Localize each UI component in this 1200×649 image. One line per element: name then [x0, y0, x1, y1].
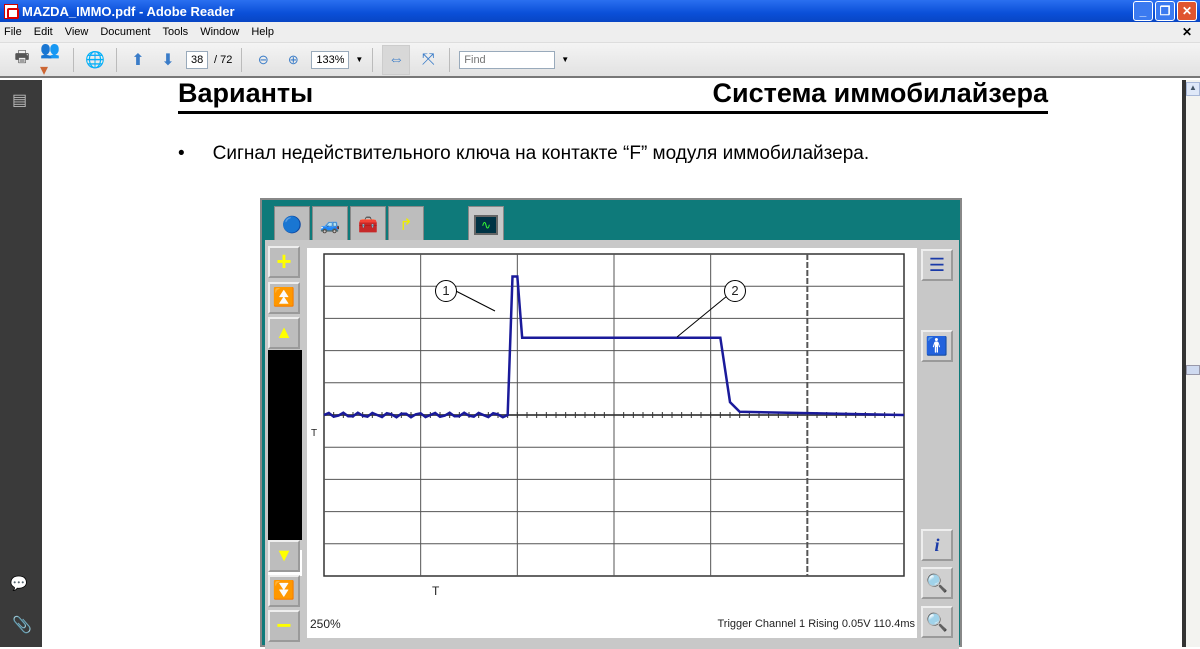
waveform-chart: [323, 253, 905, 577]
heading-left: Варианты: [178, 78, 314, 108]
plot-area: 250% Trigger Channel 1 Rising 0.05V 110.…: [307, 248, 917, 638]
plus-button-icon: +: [268, 246, 300, 278]
bullet-symbol: •: [178, 143, 185, 164]
callout-2: 2: [724, 280, 746, 302]
channel-bar: 1 V/div: [268, 350, 302, 576]
up-icon: ▲: [268, 317, 300, 349]
minimize-button[interactable]: _: [1133, 1, 1153, 21]
menu-help[interactable]: Help: [251, 26, 274, 38]
double-down-icon: ⏬: [268, 575, 300, 607]
page-number-input[interactable]: [186, 50, 208, 69]
scroll-up-icon[interactable]: ▲: [1186, 82, 1200, 96]
down-icon: ▼: [268, 540, 300, 572]
zoom-out-icon[interactable]: ⊖: [251, 48, 275, 72]
menu-document[interactable]: Document: [100, 26, 150, 38]
pdf-icon: [4, 3, 19, 19]
menu-view[interactable]: View: [65, 26, 89, 38]
restore-button[interactable]: ❐: [1155, 1, 1175, 21]
menu-bar: File Edit View Document Tools Window Hel…: [0, 22, 1200, 43]
vehicle-tab-icon: 🚙: [312, 206, 348, 242]
window-title: MAZDA_IMMO.pdf - Adobe Reader: [22, 3, 235, 19]
web-icon[interactable]: 🌐: [83, 48, 107, 72]
section-heading: Варианты Система иммобилайзера: [178, 78, 1048, 114]
callout-1: 1: [435, 280, 457, 302]
close-document-icon[interactable]: ✕: [1182, 25, 1192, 39]
zoom-percent: 250%: [310, 617, 341, 631]
fit-width-icon[interactable]: ⇔: [382, 44, 411, 75]
zoom-in-icon[interactable]: ⊕: [281, 48, 305, 72]
attachments-icon[interactable]: 📎: [12, 615, 32, 635]
fit-page-icon[interactable]: ⤧: [416, 48, 440, 72]
page-total: / 72: [214, 53, 233, 66]
zoom-in-scope-icon: 🔍: [921, 567, 953, 599]
list-icon: ☰: [921, 249, 953, 281]
navigation-panel: ▤ 💬 📎: [0, 80, 42, 647]
double-up-icon: ⏫: [268, 282, 300, 314]
toolbar: 🖶 👥▾ 🌐 ⬆ ⬇ / 72 ⊖ ⊕ ▼ ⇔ ⤧ ▼: [0, 42, 1200, 79]
menu-tools[interactable]: Tools: [163, 26, 189, 38]
comments-icon[interactable]: 💬: [10, 575, 27, 592]
find-dropdown-icon[interactable]: ▼: [561, 55, 569, 64]
next-page-icon[interactable]: ⬇: [156, 48, 180, 72]
menu-edit[interactable]: Edit: [34, 26, 53, 38]
zoom-dropdown-icon[interactable]: ▼: [355, 55, 363, 64]
previous-page-icon[interactable]: ⬆: [126, 48, 150, 72]
vertical-scrollbar[interactable]: ▲: [1182, 80, 1200, 647]
menu-window[interactable]: Window: [200, 26, 239, 38]
minus-button-icon: −: [268, 610, 300, 642]
bullet-item: • Сигнал недействительного ключа на конт…: [178, 143, 869, 165]
trigger-marker-y: T: [311, 428, 318, 439]
scope-tab-icon: ∿: [468, 206, 504, 242]
trigger-info: Trigger Channel 1 Rising 0.05V 110.4ms: [717, 618, 916, 630]
bullet-text: Сигнал недействительного ключа на контак…: [212, 143, 870, 164]
zoom-input[interactable]: [311, 50, 350, 69]
oscilloscope-screenshot: 🔵 🚙 🧰 ↱ ∿ + ⏫ ▲ 1 V/div ▼ ⏬ − 250% Trigg…: [260, 198, 962, 649]
signpost-tab-icon: ↱: [388, 206, 424, 242]
trigger-marker-x: T: [432, 584, 440, 598]
zoom-out-scope-icon: 🔍: [921, 606, 953, 638]
heading-right: Система иммобилайзера: [712, 78, 1048, 108]
close-button[interactable]: ✕: [1177, 1, 1197, 21]
person-icon: 🚹: [921, 330, 953, 362]
collaborate-icon[interactable]: 👥▾: [40, 42, 64, 79]
menu-file[interactable]: File: [4, 26, 22, 38]
toolbox-tab-icon: 🧰: [350, 206, 386, 242]
logo-tab-icon: 🔵: [274, 206, 310, 242]
find-input[interactable]: [459, 50, 556, 69]
pages-icon[interactable]: ▤: [12, 90, 42, 110]
scrollbar-thumb[interactable]: [1186, 365, 1200, 375]
title-bar: MAZDA_IMMO.pdf - Adobe Reader _ ❐ ✕: [0, 0, 1200, 22]
info-icon: i: [921, 529, 953, 561]
print-icon[interactable]: 🖶: [10, 48, 34, 72]
